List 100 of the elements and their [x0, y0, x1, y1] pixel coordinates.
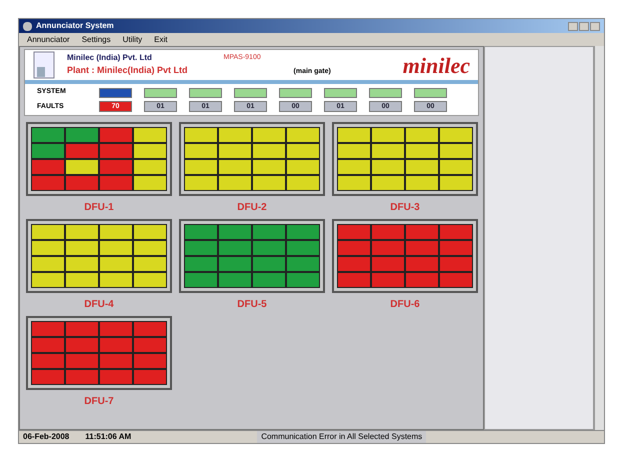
status-tile[interactable]	[134, 128, 166, 142]
status-tile[interactable]	[219, 273, 251, 287]
status-tile[interactable]	[440, 144, 472, 158]
status-tile[interactable]	[134, 370, 166, 384]
status-tile[interactable]	[406, 241, 438, 255]
status-tile[interactable]	[287, 225, 319, 239]
status-tile[interactable]	[66, 144, 98, 158]
status-tile[interactable]	[338, 257, 370, 271]
status-tile[interactable]	[440, 273, 472, 287]
status-tile[interactable]	[185, 160, 217, 174]
menu-item[interactable]: Exit	[154, 34, 168, 46]
status-tile[interactable]	[66, 322, 98, 336]
status-tile[interactable]	[66, 176, 98, 190]
system-button[interactable]	[189, 88, 222, 98]
status-tile[interactable]	[372, 257, 404, 271]
status-tile[interactable]	[32, 354, 64, 368]
status-tile[interactable]	[66, 370, 98, 384]
status-tile[interactable]	[185, 257, 217, 271]
status-tile[interactable]	[372, 176, 404, 190]
status-tile[interactable]	[219, 128, 251, 142]
status-tile[interactable]	[372, 273, 404, 287]
status-tile[interactable]	[219, 176, 251, 190]
status-tile[interactable]	[32, 370, 64, 384]
status-tile[interactable]	[253, 128, 285, 142]
status-tile[interactable]	[100, 273, 132, 287]
status-tile[interactable]	[372, 241, 404, 255]
status-tile[interactable]	[32, 273, 64, 287]
status-tile[interactable]	[253, 257, 285, 271]
status-tile[interactable]	[338, 144, 370, 158]
status-tile[interactable]	[66, 338, 98, 352]
status-tile[interactable]	[406, 257, 438, 271]
status-tile[interactable]	[406, 273, 438, 287]
scrollbar[interactable]	[594, 46, 604, 430]
status-tile[interactable]	[185, 176, 217, 190]
status-tile[interactable]	[100, 144, 132, 158]
status-tile[interactable]	[406, 144, 438, 158]
status-tile[interactable]	[219, 241, 251, 255]
status-tile[interactable]	[134, 273, 166, 287]
status-tile[interactable]	[185, 144, 217, 158]
status-tile[interactable]	[100, 225, 132, 239]
status-tile[interactable]	[219, 160, 251, 174]
status-tile[interactable]	[134, 354, 166, 368]
menu-item[interactable]: Settings	[82, 34, 111, 46]
status-tile[interactable]	[32, 257, 64, 271]
status-tile[interactable]	[372, 160, 404, 174]
status-tile[interactable]	[32, 225, 64, 239]
status-tile[interactable]	[287, 128, 319, 142]
system-button[interactable]	[414, 88, 447, 98]
status-tile[interactable]	[338, 273, 370, 287]
status-tile[interactable]	[253, 225, 285, 239]
status-tile[interactable]	[66, 273, 98, 287]
status-tile[interactable]	[66, 160, 98, 174]
system-button[interactable]	[234, 88, 267, 98]
status-tile[interactable]	[100, 370, 132, 384]
status-tile[interactable]	[185, 273, 217, 287]
status-tile[interactable]	[134, 176, 166, 190]
status-tile[interactable]	[219, 257, 251, 271]
status-tile[interactable]	[66, 225, 98, 239]
status-tile[interactable]	[100, 160, 132, 174]
status-tile[interactable]	[287, 144, 319, 158]
status-tile[interactable]	[100, 322, 132, 336]
status-tile[interactable]	[406, 160, 438, 174]
status-tile[interactable]	[185, 128, 217, 142]
status-tile[interactable]	[440, 257, 472, 271]
status-tile[interactable]	[219, 225, 251, 239]
status-tile[interactable]	[134, 241, 166, 255]
status-tile[interactable]	[440, 225, 472, 239]
status-tile[interactable]	[66, 128, 98, 142]
system-button[interactable]	[324, 88, 357, 98]
status-tile[interactable]	[287, 273, 319, 287]
status-tile[interactable]	[372, 128, 404, 142]
menu-item[interactable]: Utility	[122, 34, 142, 46]
status-tile[interactable]	[66, 241, 98, 255]
status-tile[interactable]	[100, 338, 132, 352]
status-tile[interactable]	[338, 128, 370, 142]
menu-item[interactable]: Annunciator	[27, 34, 70, 46]
status-tile[interactable]	[32, 322, 64, 336]
status-tile[interactable]	[372, 144, 404, 158]
status-tile[interactable]	[338, 225, 370, 239]
system-button[interactable]	[279, 88, 312, 98]
status-tile[interactable]	[66, 257, 98, 271]
status-tile[interactable]	[100, 257, 132, 271]
status-tile[interactable]	[338, 176, 370, 190]
status-tile[interactable]	[440, 128, 472, 142]
status-tile[interactable]	[32, 176, 64, 190]
status-tile[interactable]	[287, 160, 319, 174]
status-tile[interactable]	[219, 144, 251, 158]
status-tile[interactable]	[100, 176, 132, 190]
system-button[interactable]	[144, 88, 177, 98]
status-tile[interactable]	[100, 241, 132, 255]
status-tile[interactable]	[134, 257, 166, 271]
status-tile[interactable]	[100, 128, 132, 142]
status-tile[interactable]	[100, 354, 132, 368]
status-tile[interactable]	[253, 160, 285, 174]
status-tile[interactable]	[134, 338, 166, 352]
status-tile[interactable]	[338, 160, 370, 174]
status-tile[interactable]	[338, 241, 370, 255]
status-tile[interactable]	[372, 225, 404, 239]
status-tile[interactable]	[440, 241, 472, 255]
status-tile[interactable]	[406, 128, 438, 142]
